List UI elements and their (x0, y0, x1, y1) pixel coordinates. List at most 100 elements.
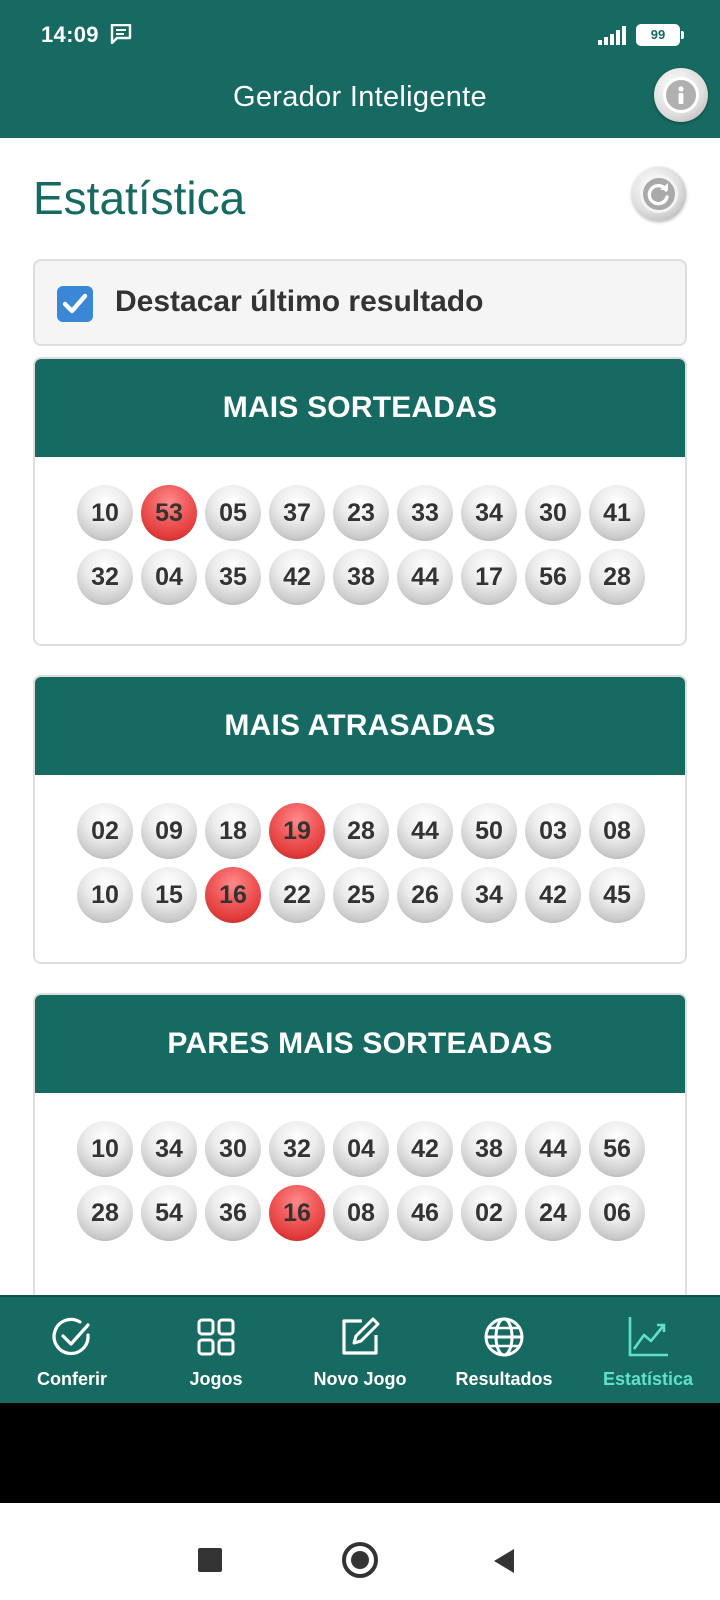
app-bar: Gerador Inteligente (0, 68, 720, 138)
number-ball: 34 (461, 485, 517, 541)
page-title: Estatística (33, 172, 246, 224)
number-ball: 34 (141, 1121, 197, 1177)
check-icon (62, 293, 88, 314)
section-title: MAIS ATRASADAS (35, 677, 685, 775)
nav-label: Novo Jogo (313, 1369, 407, 1389)
number-ball: 30 (525, 485, 581, 541)
number-ball: 37 (269, 485, 325, 541)
app-screen: 14:09 99 Gerador Inteligente Estatística… (0, 0, 720, 1600)
number-ball: 28 (333, 803, 389, 859)
number-ball: 45 (589, 867, 645, 923)
signal-icon (598, 26, 628, 51)
globe-icon (484, 1317, 524, 1357)
app-title: Gerador Inteligente (233, 81, 487, 113)
number-ball: 08 (589, 803, 645, 859)
number-ball: 36 (205, 1185, 261, 1241)
number-ball: 42 (397, 1121, 453, 1177)
number-ball: 22 (269, 867, 325, 923)
nav-label: Conferir (36, 1369, 107, 1389)
number-ball: 02 (461, 1185, 517, 1241)
number-ball: 18 (205, 803, 261, 859)
number-ball: 15 (141, 867, 197, 923)
number-ball: 23 (333, 485, 389, 541)
nav-item-resultados[interactable]: Resultados (432, 1297, 576, 1405)
nav-item-conferir[interactable]: Conferir (0, 1297, 144, 1405)
back-button[interactable] (492, 1547, 516, 1575)
number-ball: 44 (525, 1121, 581, 1177)
number-ball: 41 (589, 485, 645, 541)
highlight-last-result-toggle[interactable]: Destacar último resultado (33, 259, 687, 346)
section-title: MAIS SORTEADAS (35, 359, 685, 457)
number-ball: 10 (77, 485, 133, 541)
number-ball: 54 (141, 1185, 197, 1241)
refresh-button[interactable] (632, 167, 686, 221)
number-ball: 35 (205, 549, 261, 605)
number-ball: 30 (205, 1121, 261, 1177)
number-ball: 17 (461, 549, 517, 605)
battery-level: 99 (650, 27, 666, 42)
section-mais-atrasadas: MAIS ATRASADAS 02 09 18 19 28 44 50 03 08 10 15 16 2… (33, 675, 687, 964)
number-ball: 08 (333, 1185, 389, 1241)
number-ball: 04 (333, 1121, 389, 1177)
number-ball: 42 (269, 549, 325, 605)
section-mais-sorteadas: MAIS SORTEADAS 10 53 05 37 23 33 34 30 41 32 04 35 4… (33, 357, 687, 646)
nav-item-novo-jogo[interactable]: Novo Jogo (288, 1297, 432, 1405)
number-ball: 33 (397, 485, 453, 541)
number-ball: 32 (269, 1121, 325, 1177)
number-ball: 04 (141, 549, 197, 605)
refresh-icon (640, 175, 678, 213)
nav-label: Estatística (602, 1369, 694, 1389)
number-ball: 16 (205, 867, 261, 923)
home-button[interactable] (342, 1542, 378, 1578)
nav-label: Resultados (455, 1369, 553, 1389)
number-ball: 38 (461, 1121, 517, 1177)
number-ball: 50 (461, 803, 517, 859)
number-grid: 02 09 18 19 28 44 50 03 08 10 15 16 22 25 26 34 42 45 (35, 775, 685, 923)
number-ball: 10 (77, 867, 133, 923)
nav-item-jogos[interactable]: Jogos (144, 1297, 288, 1405)
number-ball: 56 (525, 549, 581, 605)
number-grid: 10 34 30 32 04 42 38 44 56 28 54 36 16 08 46 02 24 06 (35, 1093, 685, 1241)
number-ball: 16 (269, 1185, 325, 1241)
number-ball: 10 (77, 1121, 133, 1177)
section-pares-mais-sorteadas: PARES MAIS SORTEADAS 10 34 30 32 04 42 38 44 56 2… (33, 993, 687, 1295)
check-circle-icon (52, 1317, 90, 1356)
info-icon (663, 77, 699, 113)
screen-spacer (0, 1403, 720, 1503)
number-ball: 25 (333, 867, 389, 923)
number-grid: 10 53 05 37 23 33 34 30 41 32 04 35 42 38 44 17 56 28 (35, 457, 685, 605)
highlight-checkbox[interactable] (57, 286, 93, 322)
nav-item-estatistica[interactable]: Estatística (576, 1297, 720, 1405)
number-ball: 44 (397, 803, 453, 859)
number-ball: 26 (397, 867, 453, 923)
number-ball: 24 (525, 1185, 581, 1241)
number-ball: 28 (589, 549, 645, 605)
system-navigation-bar (0, 1503, 720, 1600)
number-ball: 28 (77, 1185, 133, 1241)
battery-icon: 99 (636, 24, 684, 46)
number-ball: 34 (461, 867, 517, 923)
number-ball: 56 (589, 1121, 645, 1177)
status-time: 14:09 (41, 22, 99, 47)
number-ball: 42 (525, 867, 581, 923)
nav-label: Jogos (189, 1369, 243, 1389)
section-title: PARES MAIS SORTEADAS (35, 995, 685, 1093)
chart-icon (628, 1317, 668, 1357)
main-content: Estatística Destacar último resultado MA… (0, 138, 720, 1295)
bottom-navigation: Conferir Jogos Novo Jogo Resultados Esta… (0, 1295, 720, 1403)
status-bar: 14:09 99 (0, 0, 720, 68)
edit-icon (342, 1317, 380, 1355)
recent-apps-button[interactable] (198, 1548, 222, 1572)
number-ball: 44 (397, 549, 453, 605)
info-button[interactable] (654, 68, 708, 122)
grid-icon (197, 1318, 235, 1356)
message-icon (110, 23, 132, 49)
highlight-label: Destacar último resultado (115, 285, 484, 318)
number-ball: 46 (397, 1185, 453, 1241)
number-ball: 38 (333, 549, 389, 605)
number-ball: 19 (269, 803, 325, 859)
number-ball: 53 (141, 485, 197, 541)
number-ball: 09 (141, 803, 197, 859)
number-ball: 06 (589, 1185, 645, 1241)
number-ball: 03 (525, 803, 581, 859)
